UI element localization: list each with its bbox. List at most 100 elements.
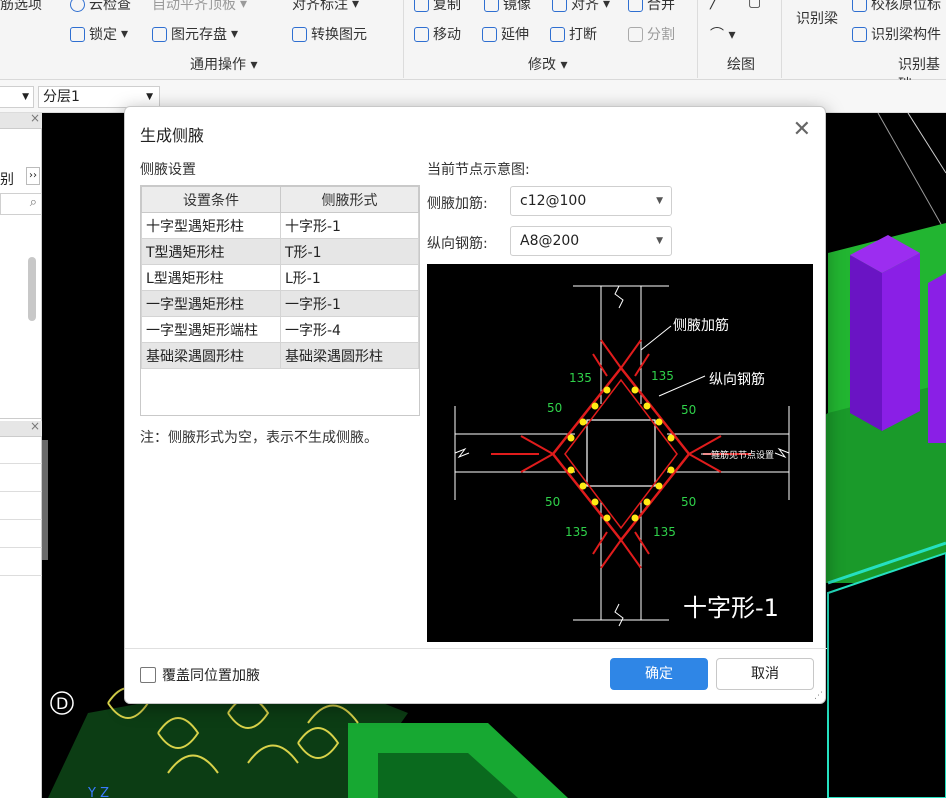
ribbon-toolbar: 筋选项 云检查 自动平齐顶板 ▾ 对齐标注 ▾ 锁定 ▾ 图元存盘 ▾ 转换图元… bbox=[0, 0, 946, 93]
form-cell[interactable]: T形-1 bbox=[280, 238, 419, 265]
dim-label: 50 bbox=[681, 495, 696, 509]
long-rebar-label: 纵向钢筋: bbox=[427, 236, 488, 252]
panel-search[interactable]: ⌕ bbox=[0, 193, 42, 215]
ribbon-item-lock[interactable]: 锁定 ▾ bbox=[70, 24, 128, 44]
cancel-button[interactable]: 取消 bbox=[716, 658, 814, 690]
node-preview: 侧腋加筋 纵向钢筋 箍筋见节点设置 135 135 135 135 50 50 … bbox=[427, 264, 813, 642]
left-panel: × 别 ›› ⌕ × bbox=[0, 111, 42, 798]
condition-cell: 十字型遇矩形柱 bbox=[141, 212, 281, 239]
divider bbox=[781, 0, 782, 78]
condition-cell: T型遇矩形柱 bbox=[141, 238, 281, 265]
ribbon-item-auto-align-slab[interactable]: 自动平齐顶板 ▾ bbox=[152, 0, 247, 14]
purple-column-side bbox=[850, 255, 882, 431]
form-cell[interactable]: L形-1 bbox=[280, 264, 419, 291]
dim-label: 135 bbox=[653, 525, 676, 539]
property-list bbox=[0, 463, 42, 577]
ribbon-item-recognize-beam-member[interactable]: 识别梁构件 bbox=[852, 24, 941, 44]
table-row[interactable]: T型遇矩形柱 T形-1 bbox=[141, 238, 419, 265]
close-icon[interactable]: ✕ bbox=[793, 117, 811, 142]
condition-cell: 一字型遇矩形端柱 bbox=[141, 316, 281, 343]
form-cell[interactable]: 十字形-1 bbox=[280, 212, 419, 239]
dim-label: 50 bbox=[547, 401, 562, 415]
chevron-down-icon: ▼ bbox=[656, 236, 663, 246]
ribbon-item-cloud-check[interactable]: 云检查 bbox=[70, 0, 131, 14]
scrollbar-thumb[interactable] bbox=[28, 257, 36, 321]
merge-icon bbox=[628, 0, 643, 12]
haunch-settings-table: 设置条件 侧腋形式 十字型遇矩形柱 十字形-1 T型遇矩形柱 T形-1 L型遇矩形柱… bbox=[140, 185, 420, 416]
draw-rect-icon[interactable]: ▢ bbox=[748, 0, 761, 10]
generate-haunch-dialog: 生成侧腋 ✕ 侧腋设置 设置条件 侧腋形式 十字型遇矩形柱 十字形-1 T型遇矩形… bbox=[124, 106, 827, 704]
label-longitudinal-rebar: 纵向钢筋 bbox=[709, 371, 765, 388]
form-cell[interactable]: 一字形-4 bbox=[280, 316, 419, 343]
align-icon bbox=[552, 0, 567, 12]
checkbox-box[interactable] bbox=[140, 667, 156, 683]
close-icon[interactable]: × bbox=[30, 419, 40, 433]
axis-marker-label: D bbox=[56, 694, 68, 713]
axis-indicator: Y Z bbox=[87, 786, 109, 798]
group-label-modify: 修改 ▾ bbox=[528, 57, 568, 73]
ribbon-item-save-element[interactable]: 图元存盘 ▾ bbox=[152, 24, 238, 44]
dim-label: 50 bbox=[681, 403, 696, 417]
dim-label: 135 bbox=[651, 369, 674, 383]
copy-icon bbox=[414, 0, 429, 12]
form-cell[interactable]: 一字形-1 bbox=[280, 290, 419, 317]
ribbon-item-break[interactable]: 打断 bbox=[550, 24, 597, 44]
panel-header: × bbox=[0, 111, 42, 129]
dim-label: 135 bbox=[565, 525, 588, 539]
ribbon-item-copy[interactable]: 复制 bbox=[414, 0, 461, 14]
draw-line-icon[interactable]: ╱ bbox=[710, 0, 718, 10]
property-row[interactable] bbox=[0, 492, 42, 520]
expand-button[interactable]: ›› bbox=[26, 167, 40, 185]
ribbon-item-convert-element[interactable]: 转换图元 bbox=[292, 24, 367, 44]
ribbon-item-split[interactable]: 分割 bbox=[628, 24, 675, 44]
ribbon-item-align[interactable]: 对齐 ▾ bbox=[552, 0, 610, 14]
table-row[interactable]: 一字型遇矩形端柱 一字形-4 bbox=[141, 316, 419, 343]
check-icon bbox=[852, 0, 867, 12]
label-haunch-rebar: 侧腋加筋 bbox=[673, 317, 729, 334]
table-row[interactable]: 基础梁遇圆形柱 基础梁遇圆形柱 bbox=[141, 342, 419, 369]
recognize-icon bbox=[852, 26, 867, 42]
dialog-title: 生成侧腋 bbox=[140, 126, 205, 145]
move-icon bbox=[414, 26, 429, 42]
table-row[interactable]: L型遇矩形柱 L形-1 bbox=[141, 264, 419, 291]
ribbon-item-check-original[interactable]: 校核原位标 bbox=[852, 0, 941, 14]
divider bbox=[697, 0, 698, 78]
ribbon-item-merge[interactable]: 合并 bbox=[628, 0, 675, 14]
form-cell[interactable]: 基础梁遇圆形柱 bbox=[280, 342, 419, 369]
save-element-icon bbox=[152, 26, 167, 42]
overwrite-haunch-checkbox[interactable]: 覆盖同位置加腋 bbox=[140, 665, 260, 685]
panel-header-2: × bbox=[0, 419, 42, 437]
layer-combo[interactable]: 分层1 ▼ bbox=[38, 86, 160, 108]
table-row[interactable]: 一字型遇矩形柱 一字形-1 bbox=[141, 290, 419, 317]
ribbon-item-options[interactable]: 筋选项 bbox=[0, 0, 42, 14]
cloud-check-icon bbox=[70, 0, 85, 12]
ok-button[interactable]: 确定 bbox=[610, 658, 708, 690]
table-row[interactable]: 十字型遇矩形柱 十字形-1 bbox=[141, 212, 419, 239]
group-label-general: 通用操作 ▾ bbox=[190, 57, 258, 73]
ribbon-item-extend[interactable]: 延伸 bbox=[482, 24, 529, 44]
column-header-condition: 设置条件 bbox=[141, 186, 281, 213]
haunch-rebar-select[interactable]: c12@100 ▼ bbox=[510, 186, 672, 216]
draw-arc-icon[interactable]: ⌒ ▾ bbox=[710, 24, 735, 44]
long-rebar-select[interactable]: A8@200 ▼ bbox=[510, 226, 672, 256]
ribbon-item-move[interactable]: 移动 bbox=[414, 24, 461, 44]
divider bbox=[125, 648, 827, 649]
group-label-draw: 绘图 bbox=[727, 57, 755, 73]
property-row[interactable] bbox=[0, 464, 42, 492]
column-header-form: 侧腋形式 bbox=[280, 186, 419, 213]
ribbon-item-align-dimension[interactable]: 对齐标注 ▾ bbox=[292, 0, 359, 14]
property-row[interactable] bbox=[0, 548, 42, 576]
preview-title: 当前节点示意图: bbox=[427, 162, 530, 178]
dim-label: 50 bbox=[545, 495, 560, 509]
extend-icon bbox=[482, 26, 497, 42]
ribbon-item-recognize-beam[interactable]: 识别梁 bbox=[796, 8, 838, 28]
resize-grip-icon[interactable]: ⋰ bbox=[814, 691, 823, 701]
split-icon bbox=[628, 26, 643, 42]
ribbon-item-mirror[interactable]: 镜像 bbox=[484, 0, 531, 14]
haunch-rebar-outline bbox=[551, 365, 691, 543]
close-icon[interactable]: × bbox=[30, 111, 40, 125]
floor-combo[interactable]: ▼ bbox=[0, 86, 34, 108]
diagram-caption: 十字形-1 bbox=[683, 594, 779, 622]
dim-label: 135 bbox=[569, 371, 592, 385]
property-row[interactable] bbox=[0, 520, 42, 548]
